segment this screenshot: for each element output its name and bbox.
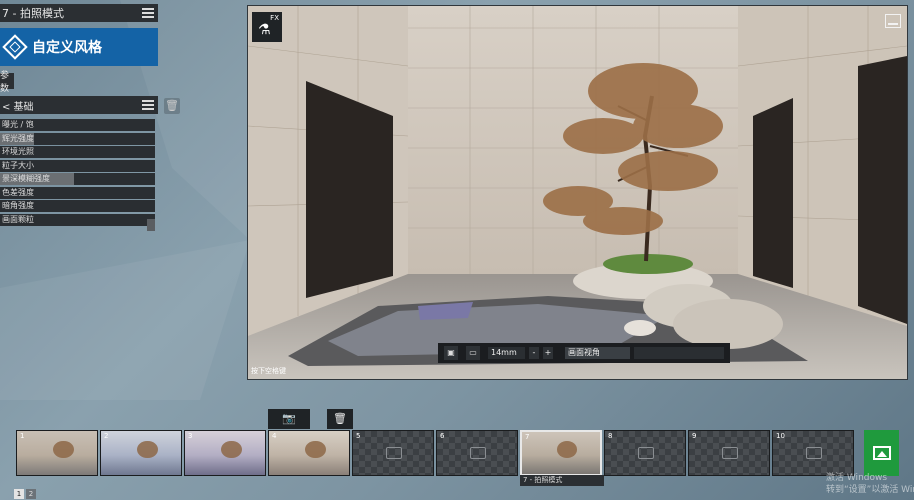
param-slider[interactable]: 色差强度 [0,186,155,199]
screen-icon[interactable]: ▣ [444,346,458,360]
thumbnail-4[interactable]: 4 [268,430,350,476]
param-label: 画面颗粒 [2,214,34,224]
custom-style-label: 自定义风格 [32,40,102,56]
thumbnail-number: 8 [608,432,613,440]
section-title: < 基础 [2,101,34,113]
camera-icon [638,447,654,459]
page-1-button[interactable]: 1 [14,489,24,499]
lens-increase-button[interactable]: + [543,347,553,359]
fx-label: FX [270,14,279,22]
thumbnail-number: 5 [356,432,361,440]
view-slot[interactable] [634,347,724,359]
param-slider[interactable]: 景深模糊强度 [0,173,155,185]
thumbnail-number: 1 [20,432,25,440]
thumbnail-number: 9 [692,432,697,440]
param-slider[interactable]: 环境光照 [0,146,155,158]
param-slider[interactable]: 画面颗粒 [0,213,155,226]
thumbnail-number: 6 [440,432,445,440]
scrollbar[interactable] [147,219,155,231]
param-slider[interactable]: 曝光 / 饱 [0,119,155,131]
viewport-caption: 按下空格键 [251,367,286,375]
param-slider[interactable]: 辉光强度 [0,132,155,145]
thumbnail-tree [137,440,158,459]
param-label: 色差强度 [2,187,34,197]
render-image-button[interactable] [864,430,899,476]
menu-icon[interactable] [142,8,154,18]
custom-style-button[interactable]: 自定义风格 [0,28,158,66]
thumbnail-7[interactable]: 7 [520,430,602,476]
camera-icon[interactable]: 📷 [268,409,310,429]
mode-header[interactable]: 7 - 拍照模式 [0,4,158,22]
param-tab[interactable]: 参数 [0,71,14,94]
thumbnail-tree [53,440,74,459]
windows-watermark: 激活 Windows 转到“设置”以激活 Windows。 [826,472,914,496]
thumbnail-6[interactable]: 6 [436,430,518,476]
watermark-line1: 激活 Windows [826,473,888,483]
thumbnail-1[interactable]: 1 [16,430,98,476]
background-facet [0,240,250,400]
section-header[interactable]: < 基础 [0,96,158,114]
camera-icon [470,447,486,459]
camera-icon [722,447,738,459]
param-slider[interactable]: 粒子大小 [0,159,155,172]
thumbnail-9[interactable]: 9 [688,430,770,476]
camera-icon [806,447,822,459]
param-label: 曝光 / 饱 [2,120,34,129]
scene-image [248,6,907,379]
thumbnail-number: 10 [776,432,785,440]
thumbnail-number: 2 [104,432,109,440]
camera-bar: ▣ ▭ 14mm - + 画面视角 [438,343,730,363]
trash-icon[interactable]: 🗑 [327,409,353,429]
image-icon [872,446,891,460]
thumbnail-5[interactable]: 5 [352,430,434,476]
thumbnail-tree [557,441,578,459]
param-list: 曝光 / 饱辉光强度环境光照粒子大小景深模糊强度 色差强度暗角强度画面颗粒 [0,119,158,227]
layers-icon [2,34,28,60]
aspect-icon[interactable]: ▭ [466,346,480,360]
param-label: 环境光照 [2,147,34,156]
param-label: 景深模糊强度 [2,174,50,183]
thumbnail-8[interactable]: 8 [604,430,686,476]
menu-icon[interactable] [142,100,154,110]
render-viewport[interactable]: FX ⚗ ▣ ▭ 14mm - + 画面视角 按下空格键 [247,5,908,380]
pager: 1 2 [14,489,36,499]
thumbnail-number: 3 [188,432,193,440]
trash-icon[interactable]: 🗑 [164,98,180,114]
camera-icon [386,447,402,459]
lens-field[interactable]: 14mm [488,347,525,359]
fx-button[interactable]: FX ⚗ [252,12,282,42]
thumbnail-2[interactable]: 2 [100,430,182,476]
lens-decrease-button[interactable]: - [529,347,539,359]
selected-thumbnail-label: 7 - 拍照模式 [520,475,604,486]
thumbnail-10[interactable]: 10 [772,430,854,476]
thumbnail-number: 4 [272,432,277,440]
param-label: 暗角强度 [2,201,34,210]
page-2-button[interactable]: 2 [26,489,36,499]
thumbnail-3[interactable]: 3 [184,430,266,476]
mode-title: 7 - 拍照模式 [2,7,64,20]
effects-icon: ⚗ [258,22,271,38]
param-label: 辉光强度 [2,133,34,143]
view-name-field[interactable]: 画面视角 [565,347,630,359]
thumbnail-tree [221,440,242,459]
fullscreen-icon[interactable] [885,14,901,28]
thumbnail-number: 7 [525,433,530,441]
param-label: 粒子大小 [2,160,34,170]
watermark-line2: 转到“设置”以激活 Windows。 [826,485,914,495]
param-slider[interactable]: 暗角强度 [0,200,155,212]
thumbnail-tree [305,440,326,459]
